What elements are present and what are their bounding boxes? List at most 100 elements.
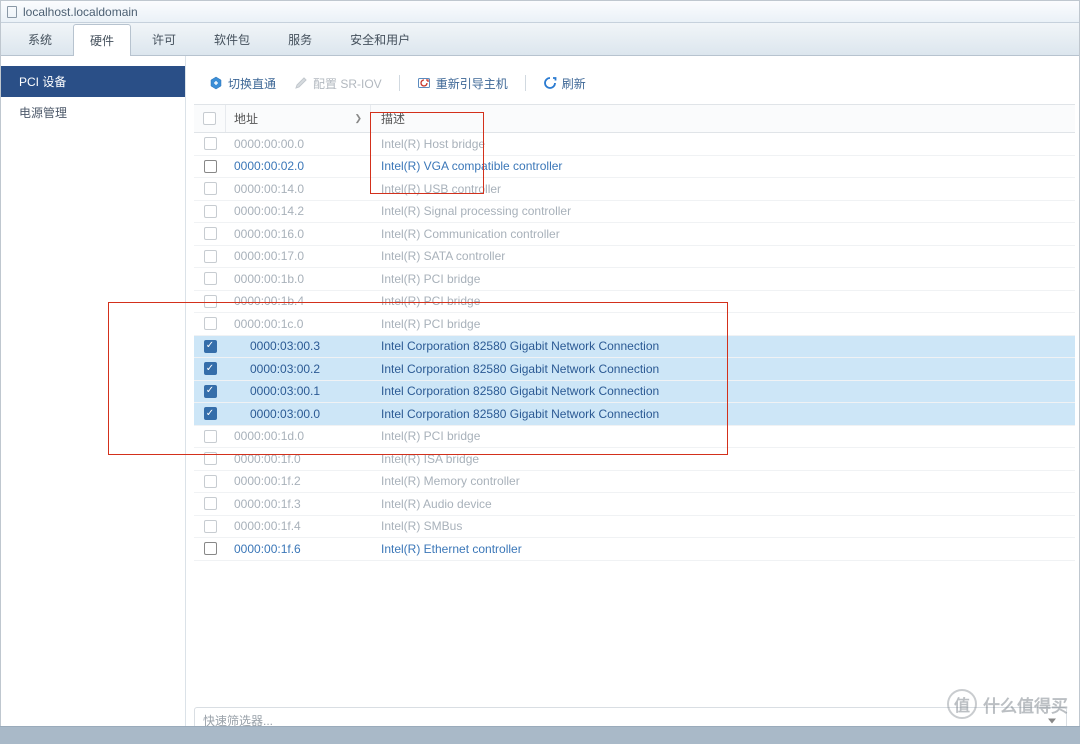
table-row[interactable]: 0000:00:1f.6Intel(R) Ethernet controller xyxy=(194,538,1075,561)
row-checkbox[interactable] xyxy=(204,452,217,465)
table-row[interactable]: 0000:03:00.2Intel Corporation 82580 Giga… xyxy=(194,358,1075,381)
refresh-button[interactable]: 刷新 xyxy=(536,72,593,95)
row-checkbox-cell[interactable] xyxy=(194,223,226,245)
row-description: Intel(R) ISA bridge xyxy=(371,448,1075,470)
row-description: Intel Corporation 82580 Gigabit Network … xyxy=(371,403,1075,425)
refresh-label: 刷新 xyxy=(562,75,586,92)
table-row[interactable]: 0000:00:1f.2Intel(R) Memory controller xyxy=(194,471,1075,494)
tab-3[interactable]: 软件包 xyxy=(197,23,267,55)
row-checkbox[interactable] xyxy=(204,250,217,263)
header-address-label: 地址 xyxy=(234,110,258,127)
row-address: 0000:03:00.1 xyxy=(226,381,371,403)
pci-devices-grid: 地址 ❯ 描述 0000:00:00.0Intel(R) Host bridge… xyxy=(194,104,1075,735)
table-row[interactable]: 0000:00:14.2Intel(R) Signal processing c… xyxy=(194,201,1075,224)
row-checkbox[interactable] xyxy=(204,385,217,398)
row-checkbox[interactable] xyxy=(204,272,217,285)
tab-4[interactable]: 服务 xyxy=(271,23,329,55)
row-checkbox[interactable] xyxy=(204,430,217,443)
toggle-passthrough-button[interactable]: 切换直通 xyxy=(202,72,283,95)
row-description: Intel(R) Communication controller xyxy=(371,223,1075,245)
configure-sriov-label: 配置 SR-IOV xyxy=(313,75,382,92)
table-row[interactable]: 0000:03:00.1Intel Corporation 82580 Giga… xyxy=(194,381,1075,404)
row-checkbox-cell[interactable] xyxy=(194,268,226,290)
table-row[interactable]: 0000:03:00.3Intel Corporation 82580 Giga… xyxy=(194,336,1075,359)
row-checkbox[interactable] xyxy=(204,227,217,240)
row-checkbox-cell[interactable] xyxy=(194,471,226,493)
table-row[interactable]: 0000:00:1d.0Intel(R) PCI bridge xyxy=(194,426,1075,449)
table-row[interactable]: 0000:03:00.0Intel Corporation 82580 Giga… xyxy=(194,403,1075,426)
sidebar: PCI 设备电源管理 xyxy=(1,56,186,743)
table-row[interactable]: 0000:00:1b.4Intel(R) PCI bridge xyxy=(194,291,1075,314)
table-row[interactable]: 0000:00:14.0Intel(R) USB controller xyxy=(194,178,1075,201)
grid-header: 地址 ❯ 描述 xyxy=(194,104,1075,133)
row-checkbox-cell[interactable] xyxy=(194,178,226,200)
watermark-text: 什么值得买 xyxy=(983,692,1068,717)
row-checkbox-cell[interactable] xyxy=(194,246,226,268)
row-checkbox[interactable] xyxy=(204,362,217,375)
table-row[interactable]: 0000:00:00.0Intel(R) Host bridge xyxy=(194,133,1075,156)
row-address: 0000:00:1f.4 xyxy=(226,516,371,538)
tab-5[interactable]: 安全和用户 xyxy=(333,23,427,55)
row-checkbox-cell[interactable] xyxy=(194,516,226,538)
select-all-checkbox[interactable] xyxy=(203,112,216,125)
row-checkbox-cell[interactable] xyxy=(194,336,226,358)
row-checkbox[interactable] xyxy=(204,137,217,150)
table-row[interactable]: 0000:00:1c.0Intel(R) PCI bridge xyxy=(194,313,1075,336)
row-checkbox[interactable] xyxy=(204,295,217,308)
pencil-icon xyxy=(294,76,308,90)
row-checkbox[interactable] xyxy=(204,407,217,420)
sidebar-item-1[interactable]: 电源管理 xyxy=(1,97,185,128)
row-checkbox[interactable] xyxy=(204,317,217,330)
row-address: 0000:03:00.3 xyxy=(226,336,371,358)
sidebar-item-0[interactable]: PCI 设备 xyxy=(1,66,185,97)
row-checkbox-cell[interactable] xyxy=(194,156,226,178)
row-checkbox[interactable] xyxy=(204,520,217,533)
header-address[interactable]: 地址 ❯ xyxy=(226,105,371,132)
row-checkbox[interactable] xyxy=(204,542,217,555)
header-checkbox-cell[interactable] xyxy=(194,105,226,132)
row-description: Intel Corporation 82580 Gigabit Network … xyxy=(371,336,1075,358)
row-description: Intel(R) VGA compatible controller xyxy=(371,156,1075,178)
row-checkbox-cell[interactable] xyxy=(194,358,226,380)
row-checkbox-cell[interactable] xyxy=(194,426,226,448)
main-tabs: 系统硬件许可软件包服务安全和用户 xyxy=(1,23,1079,56)
table-row[interactable]: 0000:00:1f.3Intel(R) Audio device xyxy=(194,493,1075,516)
row-checkbox[interactable] xyxy=(204,160,217,173)
row-checkbox-cell[interactable] xyxy=(194,201,226,223)
header-description[interactable]: 描述 xyxy=(371,105,1075,132)
row-address: 0000:00:1f.0 xyxy=(226,448,371,470)
row-checkbox-cell[interactable] xyxy=(194,133,226,155)
table-row[interactable]: 0000:00:1b.0Intel(R) PCI bridge xyxy=(194,268,1075,291)
row-checkbox[interactable] xyxy=(204,340,217,353)
body: PCI 设备电源管理 切换直通 配置 SR-IOV xyxy=(1,56,1079,743)
row-checkbox-cell[interactable] xyxy=(194,448,226,470)
row-description: Intel(R) USB controller xyxy=(371,178,1075,200)
table-row[interactable]: 0000:00:16.0Intel(R) Communication contr… xyxy=(194,223,1075,246)
tab-1[interactable]: 硬件 xyxy=(73,24,131,56)
row-description: Intel(R) Host bridge xyxy=(371,133,1075,155)
watermark-icon: 值 xyxy=(947,689,977,719)
row-checkbox-cell[interactable] xyxy=(194,291,226,313)
watermark: 值 什么值得买 xyxy=(947,689,1068,719)
table-row[interactable]: 0000:00:1f.0Intel(R) ISA bridge xyxy=(194,448,1075,471)
row-checkbox[interactable] xyxy=(204,497,217,510)
table-row[interactable]: 0000:00:02.0Intel(R) VGA compatible cont… xyxy=(194,156,1075,179)
row-checkbox[interactable] xyxy=(204,182,217,195)
table-row[interactable]: 0000:00:17.0Intel(R) SATA controller xyxy=(194,246,1075,269)
row-checkbox[interactable] xyxy=(204,475,217,488)
row-address: 0000:00:1b.4 xyxy=(226,291,371,313)
toggle-passthrough-label: 切换直通 xyxy=(228,75,276,92)
row-checkbox-cell[interactable] xyxy=(194,538,226,560)
row-checkbox[interactable] xyxy=(204,205,217,218)
row-checkbox-cell[interactable] xyxy=(194,313,226,335)
row-checkbox-cell[interactable] xyxy=(194,381,226,403)
row-address: 0000:00:1f.3 xyxy=(226,493,371,515)
row-checkbox-cell[interactable] xyxy=(194,403,226,425)
table-row[interactable]: 0000:00:1f.4Intel(R) SMBus xyxy=(194,516,1075,539)
row-checkbox-cell[interactable] xyxy=(194,493,226,515)
row-address: 0000:00:14.0 xyxy=(226,178,371,200)
tab-0[interactable]: 系统 xyxy=(11,23,69,55)
reboot-host-button[interactable]: 重新引导主机 xyxy=(410,72,515,95)
tab-2[interactable]: 许可 xyxy=(135,23,193,55)
grid-body[interactable]: 0000:00:00.0Intel(R) Host bridge0000:00:… xyxy=(194,133,1075,703)
